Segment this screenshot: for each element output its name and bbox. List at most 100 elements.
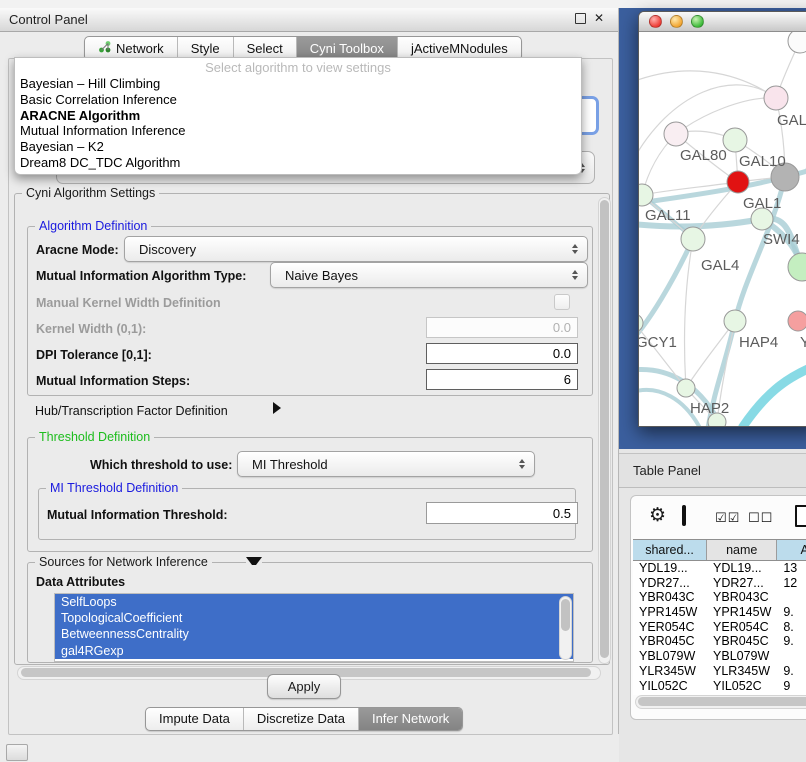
network-node[interactable]	[788, 311, 806, 331]
node-label-hap4: HAP4	[739, 334, 778, 351]
table-row[interactable]: YDR27...YDR27...12	[633, 576, 806, 591]
algorithm-definition-title: Algorithm Definition	[35, 219, 151, 233]
mi-algorithm-type-label: Mutual Information Algorithm Type:	[36, 269, 246, 283]
algorithm-definition-group: Algorithm Definition Aracne Mode: Discov…	[27, 226, 593, 396]
tab-impute-data[interactable]: Impute Data	[146, 708, 243, 730]
algorithm-option-dream8-dc-tdc-algorithm[interactable]: Dream8 DC_TDC Algorithm	[15, 155, 581, 171]
hub-definition-label[interactable]: Hub/Transcription Factor Definition	[35, 404, 228, 418]
table-row[interactable]: YBR045CYBR045C9.	[633, 634, 806, 649]
table-body: YDL19...YDL19...13YDR27...YDR27...12YBR0…	[633, 561, 806, 695]
attribute-selfloops[interactable]: SelfLoops	[55, 594, 573, 610]
table-row[interactable]: YPR145WYPR145W9.	[633, 605, 806, 620]
network-node[interactable]	[788, 253, 806, 281]
combo-stepper-icon	[572, 244, 578, 254]
zoom-traffic-light-icon[interactable]	[691, 15, 704, 28]
node-label-gal11: GAL11	[645, 207, 691, 224]
algorithm-option-aracne-algorithm[interactable]: ARACNE Algorithm	[15, 108, 581, 124]
bottom-tabbar: Impute DataDiscretize DataInfer Network	[145, 707, 463, 731]
minimize-traffic-light-icon[interactable]	[670, 15, 683, 28]
table-horizontal-scrollbar[interactable]	[635, 695, 806, 709]
mi-threshold-group: MI Threshold Definition Mutual Informati…	[38, 488, 576, 540]
network-graph: GALGAL80GAL10GAL1GAL11SWI4GAL4GCY1HAP4YH…	[639, 32, 806, 426]
data-attributes-label: Data Attributes	[36, 575, 125, 589]
network-edge[interactable]	[742, 368, 806, 426]
table-row[interactable]: YER054CYER054C8.	[633, 620, 806, 635]
expand-triangle-icon[interactable]	[273, 402, 281, 414]
document-icon[interactable]	[795, 505, 806, 527]
apply-button[interactable]: Apply	[267, 674, 341, 699]
network-node[interactable]	[664, 122, 688, 146]
threshold-definition-group: Threshold Definition Which threshold to …	[27, 437, 593, 552]
network-edge[interactable]	[676, 98, 776, 134]
manual-kernel-width-label: Manual Kernel Width Definition	[36, 296, 221, 310]
settings-vertical-scrollbar[interactable]	[598, 197, 611, 664]
mi-threshold-group-title: MI Threshold Definition	[46, 481, 182, 495]
network-node[interactable]	[677, 379, 695, 397]
close-traffic-light-icon[interactable]	[649, 15, 662, 28]
select-all-checked-icon[interactable]: ☑☑	[715, 511, 740, 526]
mi-threshold-label: Mutual Information Threshold:	[47, 508, 228, 522]
tab-infer-network[interactable]: Infer Network	[358, 708, 462, 730]
network-node[interactable]	[788, 32, 806, 53]
node-label-gal4: GAL4	[701, 257, 739, 274]
table-row[interactable]: YIL052CYIL052C9	[633, 679, 806, 694]
network-window-titlebar[interactable]	[639, 12, 806, 32]
column-header-name[interactable]: name	[707, 540, 777, 560]
table-panel-title: Table Panel	[619, 463, 701, 478]
node-label-hap2: HAP2	[690, 400, 729, 417]
table-header-row: shared...nameA	[633, 539, 806, 561]
network-edge[interactable]	[639, 71, 776, 98]
manual-kernel-width-checkbox[interactable]	[554, 294, 570, 310]
dpi-tolerance-field[interactable]: 0.0	[426, 343, 578, 364]
collapse-triangle-icon[interactable]	[246, 557, 262, 565]
table-row[interactable]: YLR345WYLR345W9.	[633, 664, 806, 679]
attribute-gal4rgexp[interactable]: gal4RGexp	[55, 643, 573, 659]
close-panel-icon[interactable]: ✕	[594, 12, 604, 24]
columns-icon[interactable]	[682, 505, 686, 526]
algorithm-dropdown-prompt: Select algorithm to view settings	[15, 58, 581, 76]
algorithm-option-bayesian-hill-climbing[interactable]: Bayesian – Hill Climbing	[15, 76, 581, 92]
algorithm-option-list: Bayesian – Hill ClimbingBasic Correlatio…	[15, 76, 581, 171]
cyni-algorithm-settings-group: Cyni Algorithm Settings Algorithm Defini…	[14, 193, 610, 665]
network-node[interactable]	[681, 227, 705, 251]
dpi-tolerance-label: DPI Tolerance [0,1]:	[36, 348, 152, 362]
column-header-shared-[interactable]: shared...	[633, 540, 707, 560]
table-row[interactable]: YBL079WYBL079W	[633, 649, 806, 664]
table-row[interactable]: YBR043CYBR043C	[633, 590, 806, 605]
which-threshold-combo[interactable]: MI Threshold	[237, 451, 535, 477]
network-node[interactable]	[764, 86, 788, 110]
attribute-topologicalcoefficient[interactable]: TopologicalCoefficient	[55, 610, 573, 626]
attribute-betweennesscentrality[interactable]: BetweennessCentrality	[55, 626, 573, 642]
kernel-width-field[interactable]: 0.0	[426, 317, 578, 338]
algorithm-option-basic-correlation-inference[interactable]: Basic Correlation Inference	[15, 92, 581, 108]
select-all-unchecked-icon[interactable]: ☐☐	[748, 511, 773, 526]
mi-threshold-field[interactable]: 0.5	[426, 502, 578, 524]
float-window-icon[interactable]	[575, 13, 586, 24]
table-panel-header: Table Panel	[619, 453, 806, 488]
minimized-panel-icon[interactable]	[6, 744, 28, 761]
table-row[interactable]: YDL19...YDL19...13	[633, 561, 806, 576]
network-node[interactable]	[724, 310, 746, 332]
network-canvas[interactable]: GALGAL80GAL10GAL1GAL11SWI4GAL4GCY1HAP4YH…	[639, 32, 806, 426]
node-label-swi4: SWI4	[763, 231, 800, 248]
node-label-gcy1: GCY1	[639, 334, 677, 351]
aracne-mode-combo[interactable]: Discovery	[124, 236, 588, 262]
algorithm-option-mutual-information-inference[interactable]: Mutual Information Inference	[15, 123, 581, 139]
column-header-a[interactable]: A	[777, 540, 806, 560]
attribute-list-scrollbar[interactable]	[559, 596, 572, 660]
sources-title: Sources for Network Inference	[35, 555, 212, 569]
combo-stepper-icon	[519, 459, 525, 469]
tab-discretize-data[interactable]: Discretize Data	[243, 708, 358, 730]
algorithm-option-bayesian-k2[interactable]: Bayesian – K2	[15, 139, 581, 155]
screen: GALGAL80GAL10GAL1GAL11SWI4GAL4GCY1HAP4YH…	[0, 0, 806, 762]
mi-steps-field[interactable]: 6	[426, 369, 578, 390]
settings-gear-icon[interactable]: ⚙	[649, 506, 666, 525]
control-panel-title: Control Panel	[0, 12, 88, 27]
network-view-window: GALGAL80GAL10GAL1GAL11SWI4GAL4GCY1HAP4YH…	[638, 11, 806, 427]
threshold-definition-title: Threshold Definition	[35, 430, 154, 444]
network-edge[interactable]	[684, 239, 693, 388]
cyni-settings-title: Cyni Algorithm Settings	[22, 186, 159, 200]
mi-algorithm-type-combo[interactable]: Naive Bayes	[270, 262, 588, 288]
network-node[interactable]	[727, 171, 749, 193]
algorithm-dropdown-popup: Select algorithm to view settings Bayesi…	[14, 57, 582, 175]
